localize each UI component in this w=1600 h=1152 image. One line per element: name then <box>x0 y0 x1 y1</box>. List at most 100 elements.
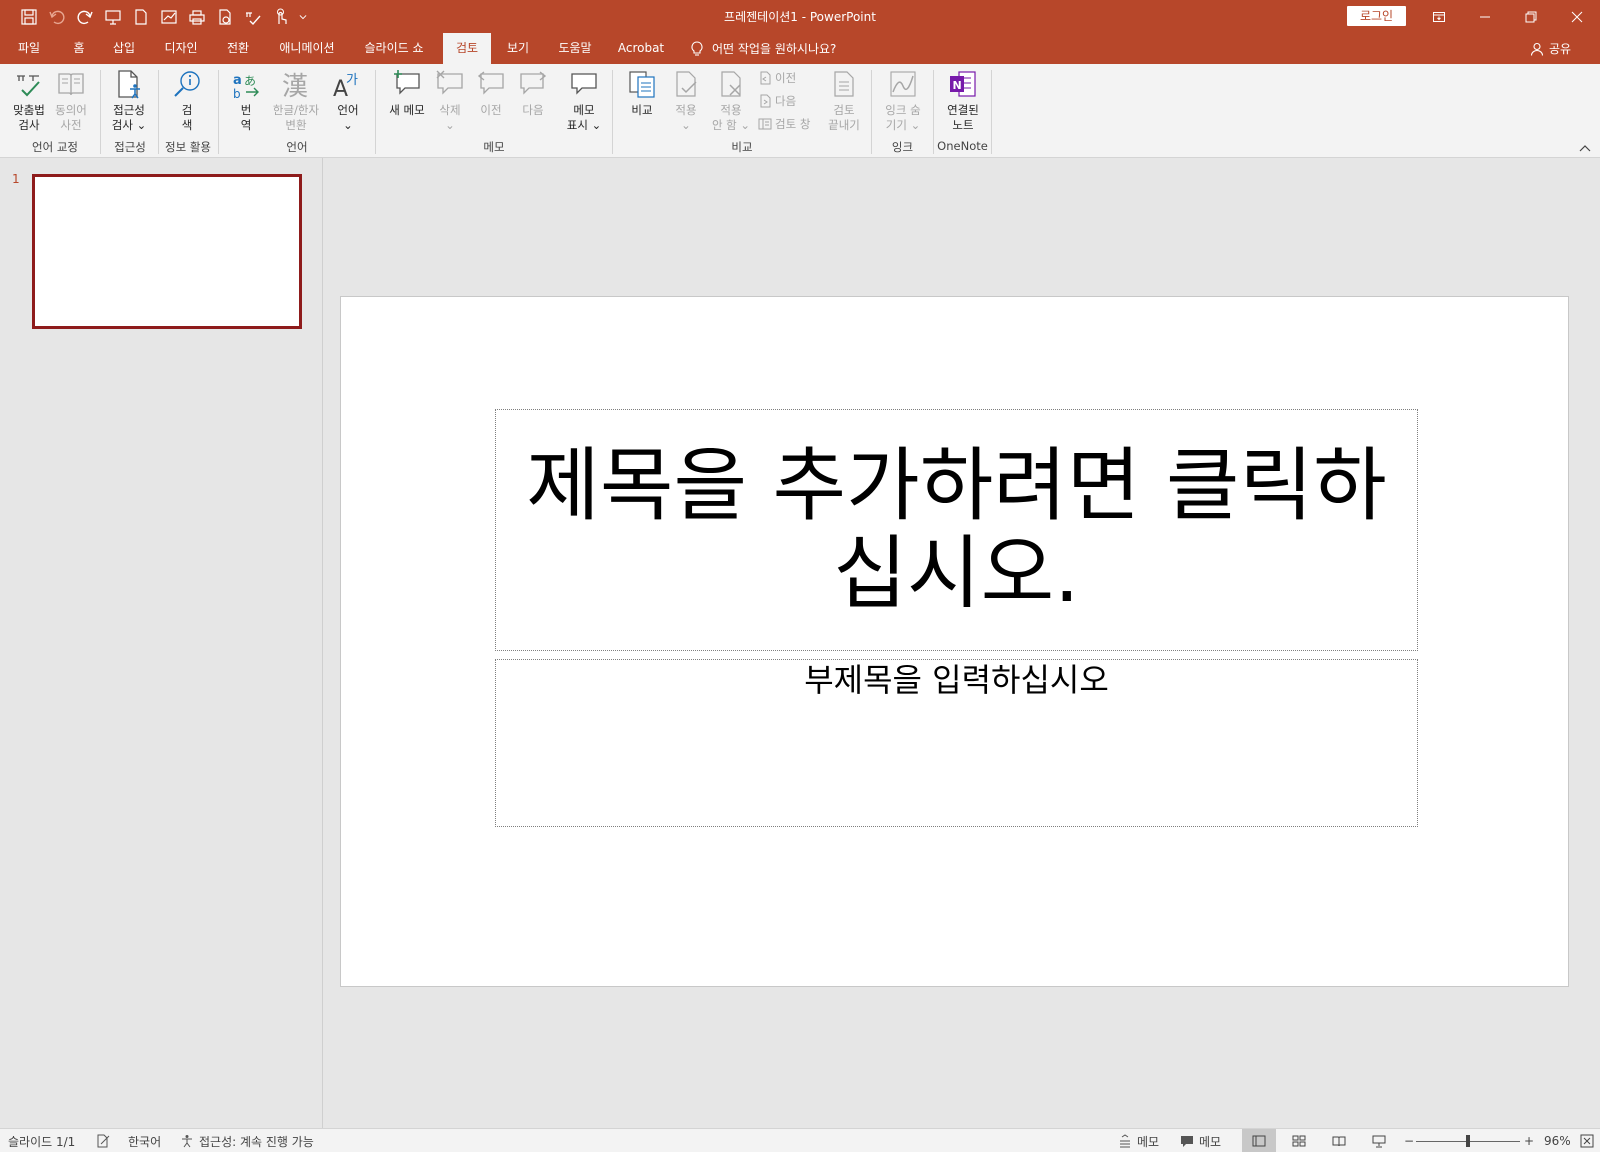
tab-animations[interactable]: 애니메이션 <box>272 33 342 64</box>
compare-label: 비교 <box>631 103 653 117</box>
slideshow-icon <box>1372 1135 1386 1148</box>
translate-button[interactable]: aあb 번 역 <box>226 67 266 133</box>
slide-thumbnail[interactable] <box>32 174 302 329</box>
accessibility-status[interactable]: 접근성: 계속 진행 가능 <box>180 1129 314 1152</box>
title-placeholder[interactable]: 제목을 추가하려면 클릭하십시오. <box>495 409 1418 651</box>
zoom-out-icon[interactable]: − <box>1404 1129 1414 1152</box>
restore-icon[interactable] <box>1508 0 1554 33</box>
zoom-slider-thumb[interactable] <box>1466 1135 1470 1147</box>
next-change-button[interactable]: 다음 <box>758 93 796 109</box>
next-change-icon <box>760 94 771 108</box>
slideshow-button[interactable] <box>1362 1129 1396 1152</box>
group-label-insights: 정보 활용 <box>165 140 211 154</box>
end-review-button[interactable]: 검토 끝내기 <box>822 67 866 133</box>
notes-button[interactable]: 메모 <box>1118 1129 1159 1152</box>
group-label-compare: 비교 <box>731 140 753 154</box>
hanja-icon: 漢 <box>279 67 313 101</box>
show-comments-button[interactable]: 메모 표시 ⌄ <box>562 67 606 133</box>
close-icon[interactable] <box>1554 0 1600 33</box>
tab-acrobat[interactable]: Acrobat <box>614 33 668 64</box>
tab-review[interactable]: 검토 <box>443 33 491 64</box>
zoom-in-icon[interactable]: + <box>1524 1129 1534 1152</box>
end-review-label: 검토 끝내기 <box>828 103 860 132</box>
previous-change-button[interactable]: 이전 <box>758 70 796 86</box>
new-comment-label: 새 메모 <box>389 103 425 117</box>
slide-thumbnail-pane: 1 <box>0 158 323 1128</box>
delete-comment-label: 삭제 ⌄ <box>439 103 461 132</box>
language-status[interactable]: 한국어 <box>128 1129 161 1152</box>
previous-change-icon <box>760 71 771 85</box>
next-comment-icon <box>516 67 550 101</box>
subtitle-placeholder[interactable]: 부제목을 입력하십시오 <box>495 659 1418 827</box>
reviewing-pane-icon <box>758 118 772 130</box>
reviewing-pane-button[interactable]: 검토 창 <box>758 116 810 132</box>
svg-text:a: a <box>233 73 242 88</box>
notes-label: 메모 <box>1137 1134 1160 1149</box>
title-bar: 프레젠테이션1 - PowerPoint 로그인 <box>0 0 1600 33</box>
svg-text:b: b <box>233 87 241 100</box>
reading-view-icon <box>1332 1136 1346 1147</box>
slide-sorter-button[interactable] <box>1282 1129 1316 1152</box>
share-button[interactable]: 공유 <box>1530 33 1571 64</box>
tab-slideshow[interactable]: 슬라이드 쇼 <box>358 33 430 64</box>
new-comment-button[interactable]: 새 메모 <box>382 67 432 118</box>
group-label-proofing: 언어 교정 <box>32 140 78 154</box>
language-icon: A가 <box>331 67 365 101</box>
reviewing-pane-label: 검토 창 <box>775 117 811 131</box>
show-comments-label: 메모 표시 ⌄ <box>566 103 602 132</box>
delete-comment-button[interactable]: 삭제 ⌄ <box>432 67 468 133</box>
tab-home[interactable]: 홈 <box>62 33 96 64</box>
fit-to-window-icon[interactable] <box>1580 1129 1594 1152</box>
spelling-button[interactable]: 맞춤법 검사 <box>8 67 50 133</box>
zoom-percent[interactable]: 96% <box>1544 1129 1571 1152</box>
comment-icon <box>1181 1136 1193 1147</box>
group-divider <box>100 70 101 154</box>
comments-icon <box>567 67 601 101</box>
reject-change-label: 적용 안 함 ⌄ <box>711 103 751 132</box>
slide-canvas[interactable]: 제목을 추가하려면 클릭하십시오. 부제목을 입력하십시오 <box>340 296 1569 987</box>
accept-change-button[interactable]: 적용 ⌄ <box>666 67 706 133</box>
hanja-label: 한글/한자 변환 <box>272 103 320 132</box>
delete-comment-icon <box>433 67 467 101</box>
next-comment-button[interactable]: 다음 <box>514 67 552 118</box>
group-label-comments: 메모 <box>483 140 505 154</box>
accessibility-button[interactable]: 접근성 검사 ⌄ <box>104 67 154 133</box>
hanja-convert-button[interactable]: 漢 한글/한자 변환 <box>266 67 326 133</box>
language-button[interactable]: A가 언어 ⌄ <box>328 67 368 133</box>
tell-me-search[interactable]: 어떤 작업을 원하시나요? <box>690 33 836 64</box>
thesaurus-button[interactable]: 동의어 사전 <box>50 67 92 133</box>
normal-view-button[interactable] <box>1242 1129 1276 1152</box>
tab-design[interactable]: 디자인 <box>158 33 204 64</box>
tab-view[interactable]: 보기 <box>500 33 536 64</box>
language-label: 언어 ⌄ <box>337 103 359 132</box>
linked-notes-button[interactable]: N 연결된 노트 <box>940 67 986 133</box>
group-label-language: 언어 <box>286 140 308 154</box>
ribbon-display-options-icon[interactable] <box>1416 0 1462 33</box>
onenote-icon: N <box>946 67 980 101</box>
login-button[interactable]: 로그인 <box>1347 6 1406 26</box>
svg-text:N: N <box>953 79 962 92</box>
reject-change-button[interactable]: 적용 안 함 ⌄ <box>708 67 754 133</box>
slide-indicator: 슬라이드 1/1 <box>8 1134 76 1149</box>
tab-help[interactable]: 도움말 <box>552 33 598 64</box>
comments-status-button[interactable]: 메모 <box>1180 1129 1221 1152</box>
new-comment-icon <box>390 67 424 101</box>
ribbon-review: 맞춤법 검사 동의어 사전 접근성 검사 ⌄ 검 색 aあb 번 역 漢 한글/… <box>0 64 1600 158</box>
spelling-status-icon[interactable] <box>96 1129 110 1152</box>
collapse-ribbon-icon[interactable] <box>1578 142 1592 154</box>
tab-insert[interactable]: 삽입 <box>106 33 142 64</box>
accept-change-label: 적용 ⌄ <box>675 103 697 132</box>
compare-icon <box>625 67 659 101</box>
tab-file[interactable]: 파일 <box>10 33 48 64</box>
minimize-icon[interactable] <box>1462 0 1508 33</box>
previous-comment-button[interactable]: 이전 <box>472 67 510 118</box>
accessibility-status-icon <box>182 1135 192 1148</box>
tab-transitions[interactable]: 전환 <box>218 33 258 64</box>
smart-lookup-button[interactable]: 검 색 <box>166 67 208 133</box>
reading-view-button[interactable] <box>1322 1129 1356 1152</box>
compare-button[interactable]: 비교 <box>622 67 662 118</box>
svg-text:あ: あ <box>244 74 256 88</box>
hide-ink-button[interactable]: 잉크 숨 기기 ⌄ <box>878 67 928 133</box>
ribbon-tabs: 파일 홈 삽입 디자인 전환 애니메이션 슬라이드 쇼 검토 보기 도움말 Ac… <box>0 33 1600 64</box>
hide-ink-label: 잉크 숨 기기 ⌄ <box>885 103 921 132</box>
